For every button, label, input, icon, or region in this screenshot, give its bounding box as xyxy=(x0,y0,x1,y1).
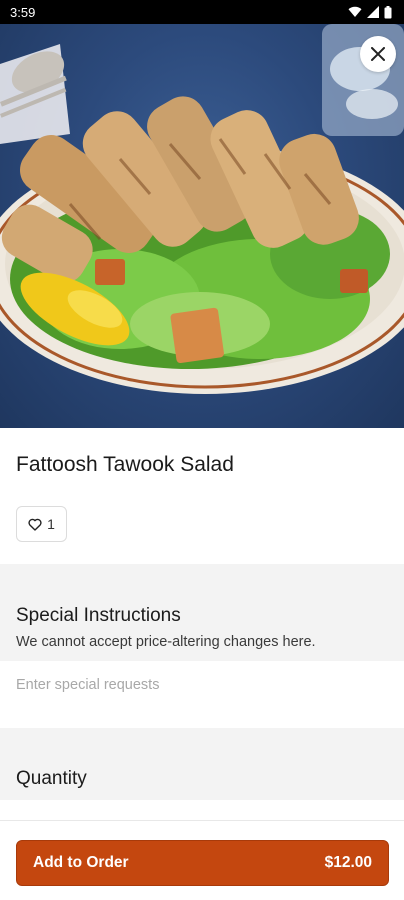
close-icon xyxy=(371,47,385,61)
status-icons xyxy=(348,5,392,19)
battery-icon xyxy=(384,5,392,18)
status-bar: 3:59 xyxy=(0,0,404,24)
quantity-section: Quantity xyxy=(0,728,404,800)
add-to-order-button[interactable]: Add to Order $12.00 xyxy=(16,840,389,886)
wifi-icon xyxy=(348,6,362,18)
status-time: 3:59 xyxy=(10,4,36,20)
bottom-bar: Add to Order $12.00 xyxy=(0,820,404,900)
like-count: 1 xyxy=(47,516,55,532)
special-requests-field xyxy=(0,661,404,728)
signal-icon xyxy=(367,6,379,18)
salad-illustration xyxy=(0,24,404,394)
add-to-order-price: $12.00 xyxy=(324,854,372,871)
special-instructions-header: Special Instructions We cannot accept pr… xyxy=(0,564,404,661)
item-photo xyxy=(0,24,404,428)
close-button[interactable] xyxy=(360,36,396,72)
add-to-order-label: Add to Order xyxy=(33,854,129,871)
quantity-title: Quantity xyxy=(16,768,87,789)
special-instructions-subtitle: We cannot accept price-altering changes … xyxy=(16,634,316,650)
special-requests-input[interactable] xyxy=(16,673,388,697)
item-title: Fattoosh Tawook Salad xyxy=(16,453,234,476)
like-button[interactable]: 1 xyxy=(16,506,67,542)
special-instructions-title: Special Instructions xyxy=(16,605,181,626)
heart-icon xyxy=(28,518,42,531)
